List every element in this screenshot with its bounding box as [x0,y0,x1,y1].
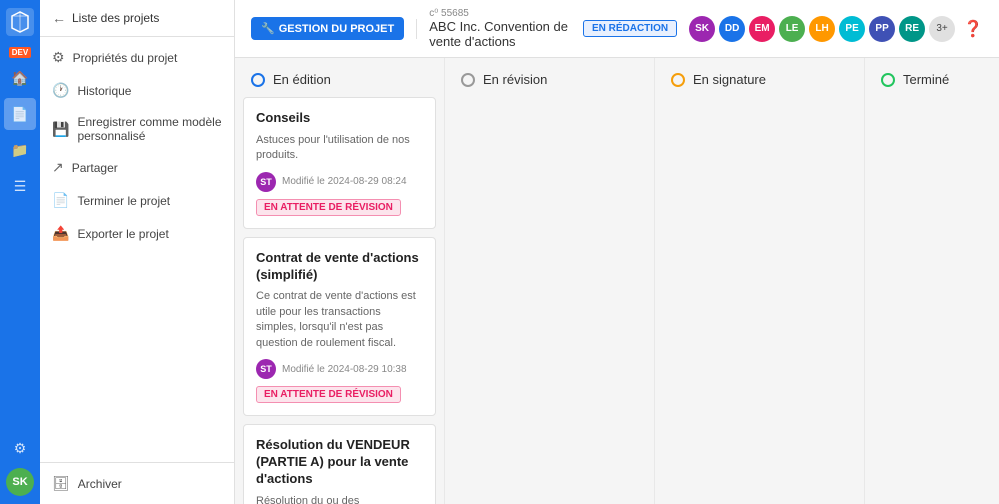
sidebar-item-finish-label: Terminer le projet [77,194,170,208]
avatar-em[interactable]: EM [749,16,775,42]
sidebar-footer: 🗄 Archiver [40,462,234,504]
column-circle-en-signature [671,73,685,87]
column-en-revision-title: En révision [483,72,547,87]
archive-icon: 🗄 [52,475,70,492]
app-logo [6,8,34,39]
card-resolution-vendeur-desc: Résolution du ou des administrateur(s) d… [256,494,423,504]
column-en-signature-title: En signature [693,72,766,87]
avatar-re[interactable]: RE [899,16,925,42]
column-circle-en-revision [461,73,475,87]
sidebar-item-archive[interactable]: 🗄 Archiver [40,467,234,500]
project-info: c⁰ 55685 ABC Inc. Convention de vente d'… [429,8,571,49]
card-contrat-vente-avatar: ST [256,359,276,379]
column-termine-title: Terminé [903,72,949,87]
card-conseils-date: Modifié le 2024-08-29 08:24 [282,176,407,187]
sidebar-item-share[interactable]: ↗ Partager [40,151,234,184]
sidebar-item-properties-label: Propriétés du projet [73,51,178,65]
card-contrat-vente-date: Modifié le 2024-08-29 10:38 [282,364,407,375]
sidebar-back-btn[interactable]: ← Liste des projets [40,0,234,37]
finish-icon: 📄 [52,192,69,209]
user-avatar-small[interactable]: SK [6,468,34,496]
card-resolution-vendeur-title: Résolution du VENDEUR (PARTIE A) pour la… [256,437,423,488]
topbar-avatars: SK DD EM LE LH PE PP RE 3+ ❓ [689,16,983,42]
card-conseils[interactable]: Conseils Astuces pour l'utilisation de n… [243,97,436,229]
sidebar-item-export-label: Exporter le projet [77,227,168,241]
export-icon: 📤 [52,225,69,242]
sidebar-item-share-label: Partager [72,161,118,175]
icon-bar-menu[interactable]: ☰ [4,170,36,202]
sidebar: ← Liste des projets ⚙ Propriétés du proj… [40,0,235,504]
column-en-signature-cards [655,97,864,504]
sidebar-item-properties[interactable]: ⚙ Propriétés du projet [40,41,234,74]
avatar-more[interactable]: 3+ [929,16,955,42]
sidebar-item-save-model[interactable]: 💾 Enregistrer comme modèle personnalisé [40,107,234,151]
card-contrat-vente[interactable]: Contrat de vente d'actions (simplifié) C… [243,237,436,416]
avatar-le[interactable]: LE [779,16,805,42]
sidebar-menu: ⚙ Propriétés du projet 🕐 Historique 💾 En… [40,37,234,462]
avatar-lh[interactable]: LH [809,16,835,42]
column-en-edition-cards: Conseils Astuces pour l'utilisation de n… [235,97,444,504]
kanban-board: En édition Conseils Astuces pour l'utili… [235,58,999,504]
sidebar-item-history[interactable]: 🕐 Historique [40,74,234,107]
sidebar-back-label: Liste des projets [72,11,159,25]
column-circle-termine [881,73,895,87]
column-en-revision-cards [445,97,654,504]
card-contrat-vente-title: Contrat de vente d'actions (simplifié) [256,250,423,284]
avatar-pp[interactable]: PP [869,16,895,42]
card-resolution-vendeur[interactable]: Résolution du VENDEUR (PARTIE A) pour la… [243,424,436,504]
icon-bar-home[interactable]: 🏠 [4,62,36,94]
icon-bar-file[interactable]: 📁 [4,134,36,166]
save-model-icon: 💾 [52,121,69,138]
card-contrat-vente-footer: ST Modifié le 2024-08-29 10:38 [256,359,423,379]
column-en-signature: En signature [655,58,865,504]
avatar-pe[interactable]: PE [839,16,865,42]
column-en-edition: En édition Conseils Astuces pour l'utili… [235,58,445,504]
topbar: 🔧 GESTION DU PROJET c⁰ 55685 ABC Inc. Co… [235,0,999,58]
card-conseils-avatar: ST [256,172,276,192]
main-content: 🔧 GESTION DU PROJET c⁰ 55685 ABC Inc. Co… [235,0,999,504]
gestion-projet-icon: 🔧 [261,22,275,35]
gestion-projet-label: GESTION DU PROJET [279,23,395,35]
card-conseils-title: Conseils [256,110,423,127]
column-en-revision: En révision [445,58,655,504]
sidebar-item-save-model-label: Enregistrer comme modèle personnalisé [77,115,222,143]
icon-bar-doc[interactable]: 📄 [4,98,36,130]
column-termine: Terminé [865,58,999,504]
share-icon: ↗ [52,159,64,176]
icon-bar-settings[interactable]: ⚙ [4,432,36,464]
project-name: ABC Inc. Convention de vente d'actions [429,19,571,49]
avatar-sk[interactable]: SK [689,16,715,42]
status-badge: EN RÉDACTION [583,20,677,37]
gestion-projet-button[interactable]: 🔧 GESTION DU PROJET [251,17,404,40]
column-termine-header: Terminé [865,58,999,97]
card-contrat-vente-tag: EN ATTENTE DE RÉVISION [256,386,401,403]
column-en-signature-header: En signature [655,58,864,97]
sidebar-item-history-label: Historique [77,84,131,98]
column-en-revision-header: En révision [445,58,654,97]
card-contrat-vente-desc: Ce contrat de vente d'actions est utile … [256,289,423,351]
column-en-edition-header: En édition [235,58,444,97]
dev-badge: DEV [9,47,31,58]
column-termine-cards [865,97,999,504]
card-conseils-tag: EN ATTENTE DE RÉVISION [256,199,401,216]
help-icon[interactable]: ❓ [963,19,983,39]
icon-bar: DEV 🏠 📄 📁 ☰ ⚙ SK [0,0,40,504]
column-en-edition-title: En édition [273,72,331,87]
sidebar-item-archive-label: Archiver [78,477,122,491]
sidebar-item-finish[interactable]: 📄 Terminer le projet [40,184,234,217]
history-icon: 🕐 [52,82,69,99]
sidebar-item-export[interactable]: 📤 Exporter le projet [40,217,234,250]
properties-icon: ⚙ [52,49,65,66]
card-conseils-footer: ST Modifié le 2024-08-29 08:24 [256,172,423,192]
project-id: c⁰ 55685 [429,8,571,19]
back-icon: ← [52,10,66,26]
topbar-divider [416,19,417,39]
avatar-dd[interactable]: DD [719,16,745,42]
column-circle-en-edition [251,73,265,87]
card-conseils-desc: Astuces pour l'utilisation de nos produi… [256,133,423,164]
